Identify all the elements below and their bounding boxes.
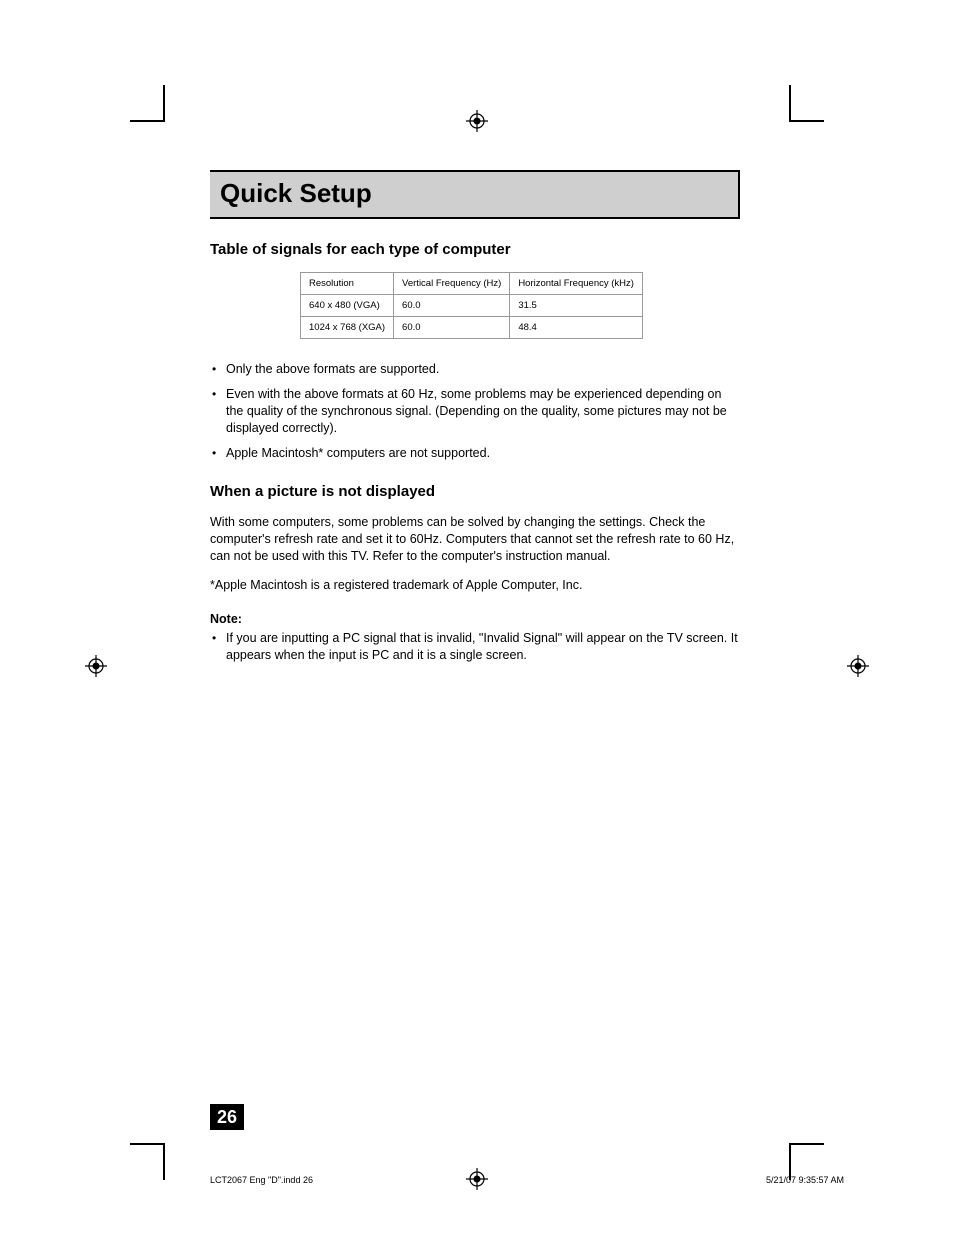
- signals-table: Resolution Vertical Frequency (Hz) Horiz…: [300, 272, 643, 339]
- table-cell: 1024 x 768 (XGA): [301, 317, 394, 339]
- table-cell: 48.4: [510, 317, 643, 339]
- registration-mark-icon: [466, 110, 488, 132]
- registration-mark-icon: [847, 655, 869, 677]
- bullet-list-formats: Only the above formats are supported. Ev…: [210, 361, 740, 461]
- table-header-cell: Vertical Frequency (Hz): [394, 273, 510, 295]
- table-header-cell: Resolution: [301, 273, 394, 295]
- table-header-row: Resolution Vertical Frequency (Hz) Horiz…: [301, 273, 643, 295]
- crop-mark: [789, 85, 791, 122]
- title-bar: Quick Setup: [210, 170, 740, 219]
- footer-timestamp: 5/21/07 9:35:57 AM: [766, 1175, 844, 1185]
- crop-mark: [789, 1143, 824, 1145]
- crop-mark: [789, 120, 824, 122]
- table-cell: 640 x 480 (VGA): [301, 295, 394, 317]
- note-bullet-list: If you are inputting a PC signal that is…: [210, 630, 740, 664]
- table-cell: 60.0: [394, 295, 510, 317]
- list-item: Even with the above formats at 60 Hz, so…: [210, 386, 740, 437]
- list-item: Only the above formats are supported.: [210, 361, 740, 378]
- section-heading-signals: Table of signals for each type of comput…: [210, 241, 740, 258]
- table-row: 640 x 480 (VGA) 60.0 31.5: [301, 295, 643, 317]
- body-paragraph: With some computers, some problems can b…: [210, 514, 740, 565]
- table-cell: 31.5: [510, 295, 643, 317]
- page: Quick Setup Table of signals for each ty…: [0, 0, 954, 1235]
- registration-mark-icon: [466, 1168, 488, 1190]
- page-number: 26: [210, 1104, 244, 1130]
- content-area: Quick Setup Table of signals for each ty…: [210, 170, 740, 672]
- list-item: If you are inputting a PC signal that is…: [210, 630, 740, 664]
- list-item: Apple Macintosh* computers are not suppo…: [210, 445, 740, 462]
- footer-file-info: LCT2067 Eng "D".indd 26: [210, 1175, 313, 1185]
- table-row: 1024 x 768 (XGA) 60.0 48.4: [301, 317, 643, 339]
- registration-mark-icon: [85, 655, 107, 677]
- table-header-cell: Horizontal Frequency (kHz): [510, 273, 643, 295]
- section-heading-nopicture: When a picture is not displayed: [210, 483, 740, 500]
- crop-mark: [130, 1143, 165, 1145]
- crop-mark: [163, 1143, 165, 1180]
- crop-mark: [130, 120, 165, 122]
- note-label: Note:: [210, 612, 740, 626]
- table-cell: 60.0: [394, 317, 510, 339]
- trademark-note: *Apple Macintosh is a registered tradema…: [210, 577, 740, 594]
- page-title: Quick Setup: [220, 178, 728, 209]
- crop-mark: [163, 85, 165, 122]
